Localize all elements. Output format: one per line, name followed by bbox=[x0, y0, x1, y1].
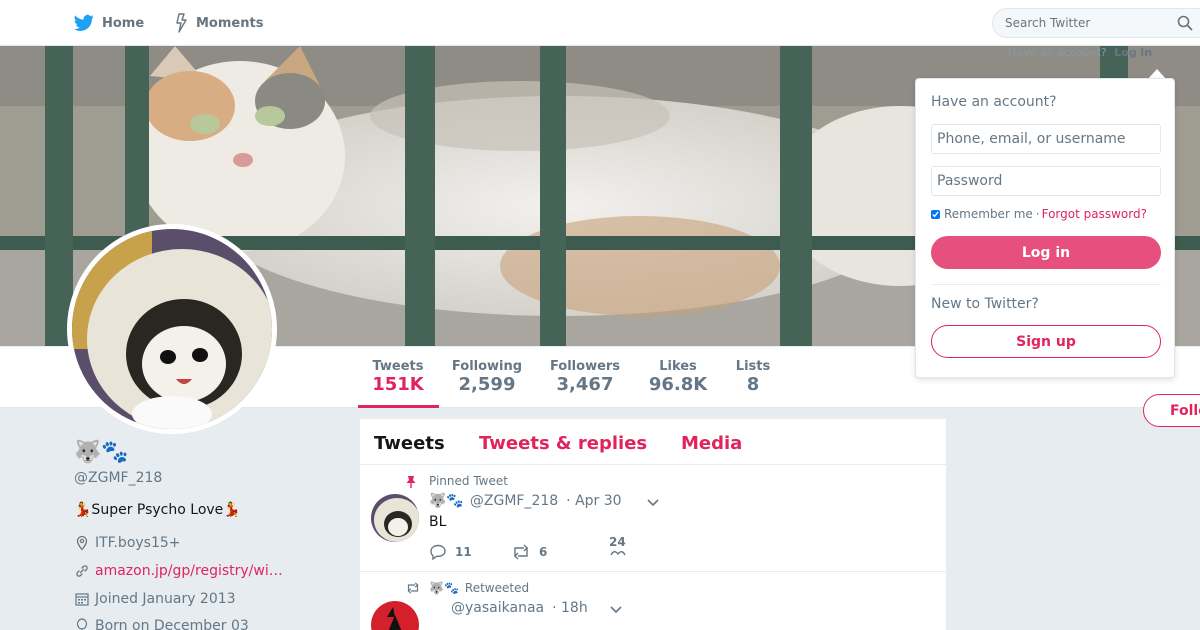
profile-url: amazon.jp/gp/registry/wi… bbox=[74, 563, 283, 579]
search-box bbox=[992, 8, 1200, 38]
calendar-icon bbox=[75, 593, 89, 606]
profile-avatar[interactable] bbox=[67, 224, 277, 434]
nav-moments-link[interactable]: Moments bbox=[174, 0, 263, 46]
profile-url-link[interactable]: amazon.jp/gp/registry/wi… bbox=[95, 563, 283, 579]
tweet[interactable]: 🐺🐾 Retweeted @yasaikanaa · 18h bbox=[360, 572, 946, 630]
link-icon bbox=[76, 565, 88, 577]
remember-row: Remember me · Forgot password? bbox=[931, 207, 1147, 221]
avatar-image bbox=[72, 229, 272, 429]
tweet-handle[interactable]: @yasaikanaa bbox=[451, 600, 544, 616]
profile-name: 🐺🐾 bbox=[74, 440, 129, 465]
tweet-header: 🐺🐾 @ZGMF_218 · Apr 30 bbox=[429, 493, 622, 509]
stat-followers-value: 3,467 bbox=[556, 374, 614, 395]
like-action[interactable]: 24 bbox=[609, 535, 635, 557]
top-login-link[interactable]: Log in bbox=[1114, 46, 1152, 59]
follow-button[interactable]: Follow bbox=[1143, 394, 1200, 427]
nav-home-label: Home bbox=[102, 15, 145, 31]
signup-button[interactable]: Sign up bbox=[931, 325, 1161, 358]
password-field[interactable] bbox=[931, 166, 1161, 196]
timeline: Tweets Tweets & replies Media Pinned Twe… bbox=[359, 418, 947, 630]
retweet-action[interactable]: 6 bbox=[511, 544, 547, 560]
tab-media[interactable]: Media bbox=[681, 433, 742, 454]
tweet-handle[interactable]: @ZGMF_218 bbox=[470, 493, 558, 509]
twitter-bird-icon bbox=[74, 14, 94, 31]
remember-me-checkbox[interactable] bbox=[931, 209, 940, 219]
stat-lists-label: Lists bbox=[735, 359, 771, 374]
chevron-down-icon[interactable] bbox=[610, 606, 622, 614]
retweeted-label: Retweeted bbox=[464, 581, 530, 595]
profile-location: ITF.boys15+ bbox=[74, 535, 181, 551]
top-nav: Home Moments bbox=[0, 0, 1200, 46]
location-pin-icon bbox=[76, 535, 88, 551]
username-field[interactable] bbox=[931, 124, 1161, 154]
stat-lists[interactable]: Lists 8 bbox=[723, 359, 783, 395]
retweet-icon bbox=[407, 582, 419, 594]
login-title: Have an account? bbox=[931, 94, 1057, 110]
profile-bio: 💃Super Psycho Love💃 bbox=[74, 502, 241, 518]
tweet-avatar[interactable] bbox=[371, 494, 419, 542]
tweet[interactable]: Pinned Tweet 🐺🐾 @ZGMF_218 · Apr 30 BL 11… bbox=[360, 465, 946, 572]
have-account-hint: Have an account? Log in bbox=[1008, 46, 1152, 59]
reply-action[interactable]: 11 bbox=[429, 544, 472, 560]
balloon-icon bbox=[76, 618, 88, 630]
stat-followers-label: Followers bbox=[549, 359, 621, 374]
heart-icon bbox=[610, 551, 626, 556]
pinned-label: Pinned Tweet bbox=[429, 474, 508, 488]
search-icon[interactable] bbox=[1177, 15, 1193, 31]
tweet-time[interactable]: · 18h bbox=[552, 600, 588, 616]
nav-home-link[interactable]: Home bbox=[74, 0, 144, 46]
active-tab-underline bbox=[358, 405, 439, 408]
stat-tweets-value: 151K bbox=[372, 374, 424, 395]
have-account-text: Have an account? bbox=[1008, 46, 1107, 59]
like-count: 24 bbox=[609, 535, 626, 549]
tweet-actions: 11 6 24 bbox=[429, 535, 689, 564]
profile-handle[interactable]: @ZGMF_218 bbox=[74, 470, 162, 486]
stat-likes-value: 96.8K bbox=[648, 374, 708, 395]
retweet-icon bbox=[514, 544, 528, 560]
timeline-tabs: Tweets Tweets & replies Media bbox=[360, 419, 946, 465]
lightning-icon bbox=[176, 13, 187, 33]
remember-separator: · bbox=[1035, 207, 1040, 221]
chevron-down-icon[interactable] bbox=[647, 499, 659, 507]
login-dropdown: Have an account? Remember me · Forgot pa… bbox=[915, 78, 1175, 378]
profile-joined: Joined January 2013 bbox=[74, 591, 236, 607]
profile-born: Born on December 03 bbox=[74, 618, 249, 630]
stat-following-label: Following bbox=[451, 359, 523, 374]
retweet-count: 6 bbox=[539, 545, 548, 559]
pin-icon bbox=[406, 476, 416, 488]
stat-tweets-label: Tweets bbox=[372, 359, 424, 374]
retweeted-context: 🐺🐾 Retweeted bbox=[429, 581, 529, 595]
stat-following-value: 2,599 bbox=[458, 374, 516, 395]
search-input[interactable] bbox=[1005, 16, 1175, 30]
retweeter-name[interactable]: 🐺🐾 bbox=[429, 581, 459, 595]
stat-likes-label: Likes bbox=[659, 359, 697, 374]
tweet-text: BL bbox=[429, 514, 447, 530]
reply-icon bbox=[430, 544, 446, 560]
tweet-author-name[interactable]: 🐺🐾 bbox=[429, 493, 464, 509]
tab-tweets-and-replies[interactable]: Tweets & replies bbox=[479, 433, 647, 454]
stat-following[interactable]: Following 2,599 bbox=[447, 359, 527, 395]
profile-joined-text: Joined January 2013 bbox=[95, 591, 236, 607]
tweet-header: @yasaikanaa · 18h bbox=[429, 600, 588, 616]
stat-lists-value: 8 bbox=[746, 374, 760, 395]
reply-count: 11 bbox=[455, 545, 472, 559]
tab-tweets[interactable]: Tweets bbox=[374, 433, 445, 454]
remember-me-label[interactable]: Remember me bbox=[944, 207, 1033, 221]
nav-moments-label: Moments bbox=[196, 15, 264, 31]
new-to-twitter-text: New to Twitter? bbox=[931, 296, 1039, 312]
forgot-password-link[interactable]: Forgot password? bbox=[1042, 207, 1147, 221]
profile-location-text: ITF.boys15+ bbox=[95, 535, 181, 551]
divider bbox=[931, 284, 1161, 285]
stat-likes[interactable]: Likes 96.8K bbox=[638, 359, 718, 395]
tweet-time[interactable]: · Apr 30 bbox=[566, 493, 621, 509]
stat-tweets[interactable]: Tweets 151K bbox=[358, 359, 438, 395]
login-button[interactable]: Log in bbox=[931, 236, 1161, 269]
tweet-avatar[interactable] bbox=[371, 601, 419, 630]
stat-followers[interactable]: Followers 3,467 bbox=[545, 359, 625, 395]
profile-born-text: Born on December 03 bbox=[95, 618, 249, 630]
